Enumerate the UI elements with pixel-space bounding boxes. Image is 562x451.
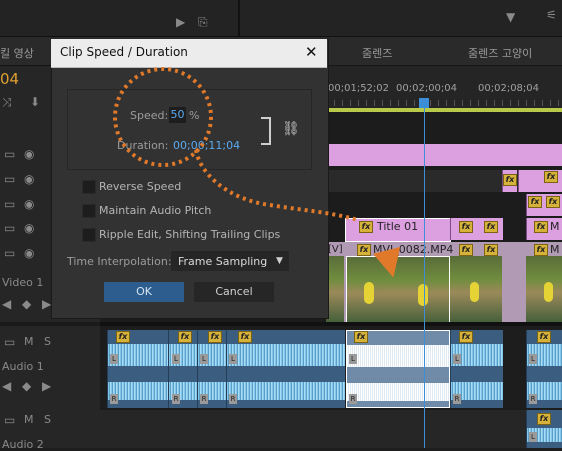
- annotation-overlay: [113, 67, 359, 222]
- annotation-dotted-path: [194, 149, 359, 222]
